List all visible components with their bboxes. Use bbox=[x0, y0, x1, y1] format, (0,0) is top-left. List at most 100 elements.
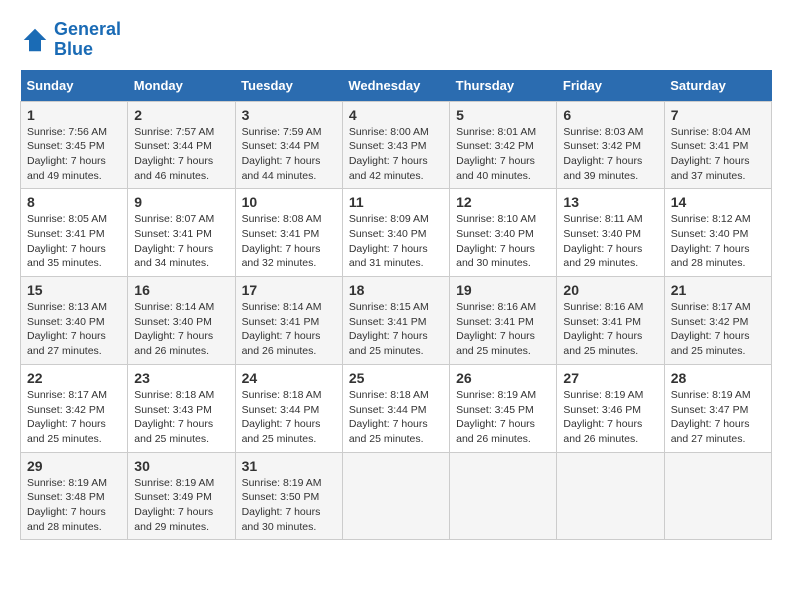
day-info: Sunrise: 8:11 AMSunset: 3:40 PMDaylight:… bbox=[563, 212, 657, 271]
day-info: Sunrise: 8:10 AMSunset: 3:40 PMDaylight:… bbox=[456, 212, 550, 271]
day-info: Sunrise: 8:15 AMSunset: 3:41 PMDaylight:… bbox=[349, 300, 443, 359]
day-number: 1 bbox=[27, 107, 121, 123]
day-number: 3 bbox=[242, 107, 336, 123]
day-number: 29 bbox=[27, 458, 121, 474]
day-info: Sunrise: 8:07 AMSunset: 3:41 PMDaylight:… bbox=[134, 212, 228, 271]
calendar-cell: 31 Sunrise: 8:19 AMSunset: 3:50 PMDaylig… bbox=[235, 452, 342, 540]
calendar-cell: 17 Sunrise: 8:14 AMSunset: 3:41 PMDaylig… bbox=[235, 277, 342, 365]
day-info: Sunrise: 8:14 AMSunset: 3:40 PMDaylight:… bbox=[134, 300, 228, 359]
calendar-cell: 22 Sunrise: 8:17 AMSunset: 3:42 PMDaylig… bbox=[21, 364, 128, 452]
calendar-cell: 20 Sunrise: 8:16 AMSunset: 3:41 PMDaylig… bbox=[557, 277, 664, 365]
day-info: Sunrise: 8:09 AMSunset: 3:40 PMDaylight:… bbox=[349, 212, 443, 271]
calendar-week-3: 15 Sunrise: 8:13 AMSunset: 3:40 PMDaylig… bbox=[21, 277, 772, 365]
header: General Blue bbox=[20, 20, 772, 60]
day-number: 11 bbox=[349, 194, 443, 210]
day-number: 16 bbox=[134, 282, 228, 298]
calendar-cell: 11 Sunrise: 8:09 AMSunset: 3:40 PMDaylig… bbox=[342, 189, 449, 277]
calendar-cell: 30 Sunrise: 8:19 AMSunset: 3:49 PMDaylig… bbox=[128, 452, 235, 540]
calendar-cell: 15 Sunrise: 8:13 AMSunset: 3:40 PMDaylig… bbox=[21, 277, 128, 365]
calendar-week-2: 8 Sunrise: 8:05 AMSunset: 3:41 PMDayligh… bbox=[21, 189, 772, 277]
day-info: Sunrise: 8:14 AMSunset: 3:41 PMDaylight:… bbox=[242, 300, 336, 359]
day-number: 23 bbox=[134, 370, 228, 386]
day-number: 21 bbox=[671, 282, 765, 298]
calendar-cell: 16 Sunrise: 8:14 AMSunset: 3:40 PMDaylig… bbox=[128, 277, 235, 365]
day-number: 14 bbox=[671, 194, 765, 210]
day-number: 20 bbox=[563, 282, 657, 298]
day-number: 12 bbox=[456, 194, 550, 210]
header-friday: Friday bbox=[557, 70, 664, 102]
calendar-cell: 26 Sunrise: 8:19 AMSunset: 3:45 PMDaylig… bbox=[450, 364, 557, 452]
calendar-cell: 8 Sunrise: 8:05 AMSunset: 3:41 PMDayligh… bbox=[21, 189, 128, 277]
day-info: Sunrise: 8:18 AMSunset: 3:44 PMDaylight:… bbox=[242, 388, 336, 447]
day-number: 18 bbox=[349, 282, 443, 298]
day-info: Sunrise: 8:03 AMSunset: 3:42 PMDaylight:… bbox=[563, 125, 657, 184]
day-info: Sunrise: 7:57 AMSunset: 3:44 PMDaylight:… bbox=[134, 125, 228, 184]
day-info: Sunrise: 8:17 AMSunset: 3:42 PMDaylight:… bbox=[27, 388, 121, 447]
day-info: Sunrise: 8:19 AMSunset: 3:46 PMDaylight:… bbox=[563, 388, 657, 447]
calendar-week-5: 29 Sunrise: 8:19 AMSunset: 3:48 PMDaylig… bbox=[21, 452, 772, 540]
day-number: 22 bbox=[27, 370, 121, 386]
day-number: 9 bbox=[134, 194, 228, 210]
day-info: Sunrise: 8:16 AMSunset: 3:41 PMDaylight:… bbox=[563, 300, 657, 359]
day-info: Sunrise: 8:19 AMSunset: 3:48 PMDaylight:… bbox=[27, 476, 121, 535]
day-info: Sunrise: 7:56 AMSunset: 3:45 PMDaylight:… bbox=[27, 125, 121, 184]
day-number: 6 bbox=[563, 107, 657, 123]
calendar-cell: 21 Sunrise: 8:17 AMSunset: 3:42 PMDaylig… bbox=[664, 277, 771, 365]
day-info: Sunrise: 8:12 AMSunset: 3:40 PMDaylight:… bbox=[671, 212, 765, 271]
day-number: 31 bbox=[242, 458, 336, 474]
day-info: Sunrise: 8:01 AMSunset: 3:42 PMDaylight:… bbox=[456, 125, 550, 184]
day-info: Sunrise: 8:19 AMSunset: 3:49 PMDaylight:… bbox=[134, 476, 228, 535]
calendar-cell: 29 Sunrise: 8:19 AMSunset: 3:48 PMDaylig… bbox=[21, 452, 128, 540]
calendar-cell: 3 Sunrise: 7:59 AMSunset: 3:44 PMDayligh… bbox=[235, 101, 342, 189]
day-info: Sunrise: 7:59 AMSunset: 3:44 PMDaylight:… bbox=[242, 125, 336, 184]
calendar-cell: 19 Sunrise: 8:16 AMSunset: 3:41 PMDaylig… bbox=[450, 277, 557, 365]
day-number: 2 bbox=[134, 107, 228, 123]
calendar-week-4: 22 Sunrise: 8:17 AMSunset: 3:42 PMDaylig… bbox=[21, 364, 772, 452]
day-number: 4 bbox=[349, 107, 443, 123]
calendar-cell: 4 Sunrise: 8:00 AMSunset: 3:43 PMDayligh… bbox=[342, 101, 449, 189]
calendar-cell: 25 Sunrise: 8:18 AMSunset: 3:44 PMDaylig… bbox=[342, 364, 449, 452]
day-number: 15 bbox=[27, 282, 121, 298]
header-thursday: Thursday bbox=[450, 70, 557, 102]
calendar-cell: 9 Sunrise: 8:07 AMSunset: 3:41 PMDayligh… bbox=[128, 189, 235, 277]
day-info: Sunrise: 8:00 AMSunset: 3:43 PMDaylight:… bbox=[349, 125, 443, 184]
calendar-cell: 5 Sunrise: 8:01 AMSunset: 3:42 PMDayligh… bbox=[450, 101, 557, 189]
calendar-cell: 28 Sunrise: 8:19 AMSunset: 3:47 PMDaylig… bbox=[664, 364, 771, 452]
day-info: Sunrise: 8:19 AMSunset: 3:45 PMDaylight:… bbox=[456, 388, 550, 447]
day-number: 19 bbox=[456, 282, 550, 298]
calendar-cell: 7 Sunrise: 8:04 AMSunset: 3:41 PMDayligh… bbox=[664, 101, 771, 189]
day-number: 7 bbox=[671, 107, 765, 123]
header-monday: Monday bbox=[128, 70, 235, 102]
calendar-cell: 12 Sunrise: 8:10 AMSunset: 3:40 PMDaylig… bbox=[450, 189, 557, 277]
header-sunday: Sunday bbox=[21, 70, 128, 102]
calendar-cell: 6 Sunrise: 8:03 AMSunset: 3:42 PMDayligh… bbox=[557, 101, 664, 189]
calendar-cell bbox=[450, 452, 557, 540]
day-info: Sunrise: 8:19 AMSunset: 3:47 PMDaylight:… bbox=[671, 388, 765, 447]
calendar-cell: 13 Sunrise: 8:11 AMSunset: 3:40 PMDaylig… bbox=[557, 189, 664, 277]
logo: General Blue bbox=[20, 20, 121, 60]
calendar-cell: 27 Sunrise: 8:19 AMSunset: 3:46 PMDaylig… bbox=[557, 364, 664, 452]
day-number: 28 bbox=[671, 370, 765, 386]
calendar-cell: 2 Sunrise: 7:57 AMSunset: 3:44 PMDayligh… bbox=[128, 101, 235, 189]
day-info: Sunrise: 8:05 AMSunset: 3:41 PMDaylight:… bbox=[27, 212, 121, 271]
calendar-cell: 23 Sunrise: 8:18 AMSunset: 3:43 PMDaylig… bbox=[128, 364, 235, 452]
day-info: Sunrise: 8:19 AMSunset: 3:50 PMDaylight:… bbox=[242, 476, 336, 535]
day-info: Sunrise: 8:17 AMSunset: 3:42 PMDaylight:… bbox=[671, 300, 765, 359]
day-info: Sunrise: 8:08 AMSunset: 3:41 PMDaylight:… bbox=[242, 212, 336, 271]
calendar-header-row: SundayMondayTuesdayWednesdayThursdayFrid… bbox=[21, 70, 772, 102]
day-info: Sunrise: 8:13 AMSunset: 3:40 PMDaylight:… bbox=[27, 300, 121, 359]
day-number: 13 bbox=[563, 194, 657, 210]
day-number: 8 bbox=[27, 194, 121, 210]
calendar-cell: 24 Sunrise: 8:18 AMSunset: 3:44 PMDaylig… bbox=[235, 364, 342, 452]
header-tuesday: Tuesday bbox=[235, 70, 342, 102]
day-info: Sunrise: 8:18 AMSunset: 3:43 PMDaylight:… bbox=[134, 388, 228, 447]
day-info: Sunrise: 8:04 AMSunset: 3:41 PMDaylight:… bbox=[671, 125, 765, 184]
day-info: Sunrise: 8:18 AMSunset: 3:44 PMDaylight:… bbox=[349, 388, 443, 447]
calendar-cell: 18 Sunrise: 8:15 AMSunset: 3:41 PMDaylig… bbox=[342, 277, 449, 365]
calendar-cell bbox=[557, 452, 664, 540]
calendar-week-1: 1 Sunrise: 7:56 AMSunset: 3:45 PMDayligh… bbox=[21, 101, 772, 189]
calendar-cell: 10 Sunrise: 8:08 AMSunset: 3:41 PMDaylig… bbox=[235, 189, 342, 277]
day-number: 10 bbox=[242, 194, 336, 210]
day-number: 25 bbox=[349, 370, 443, 386]
day-number: 24 bbox=[242, 370, 336, 386]
